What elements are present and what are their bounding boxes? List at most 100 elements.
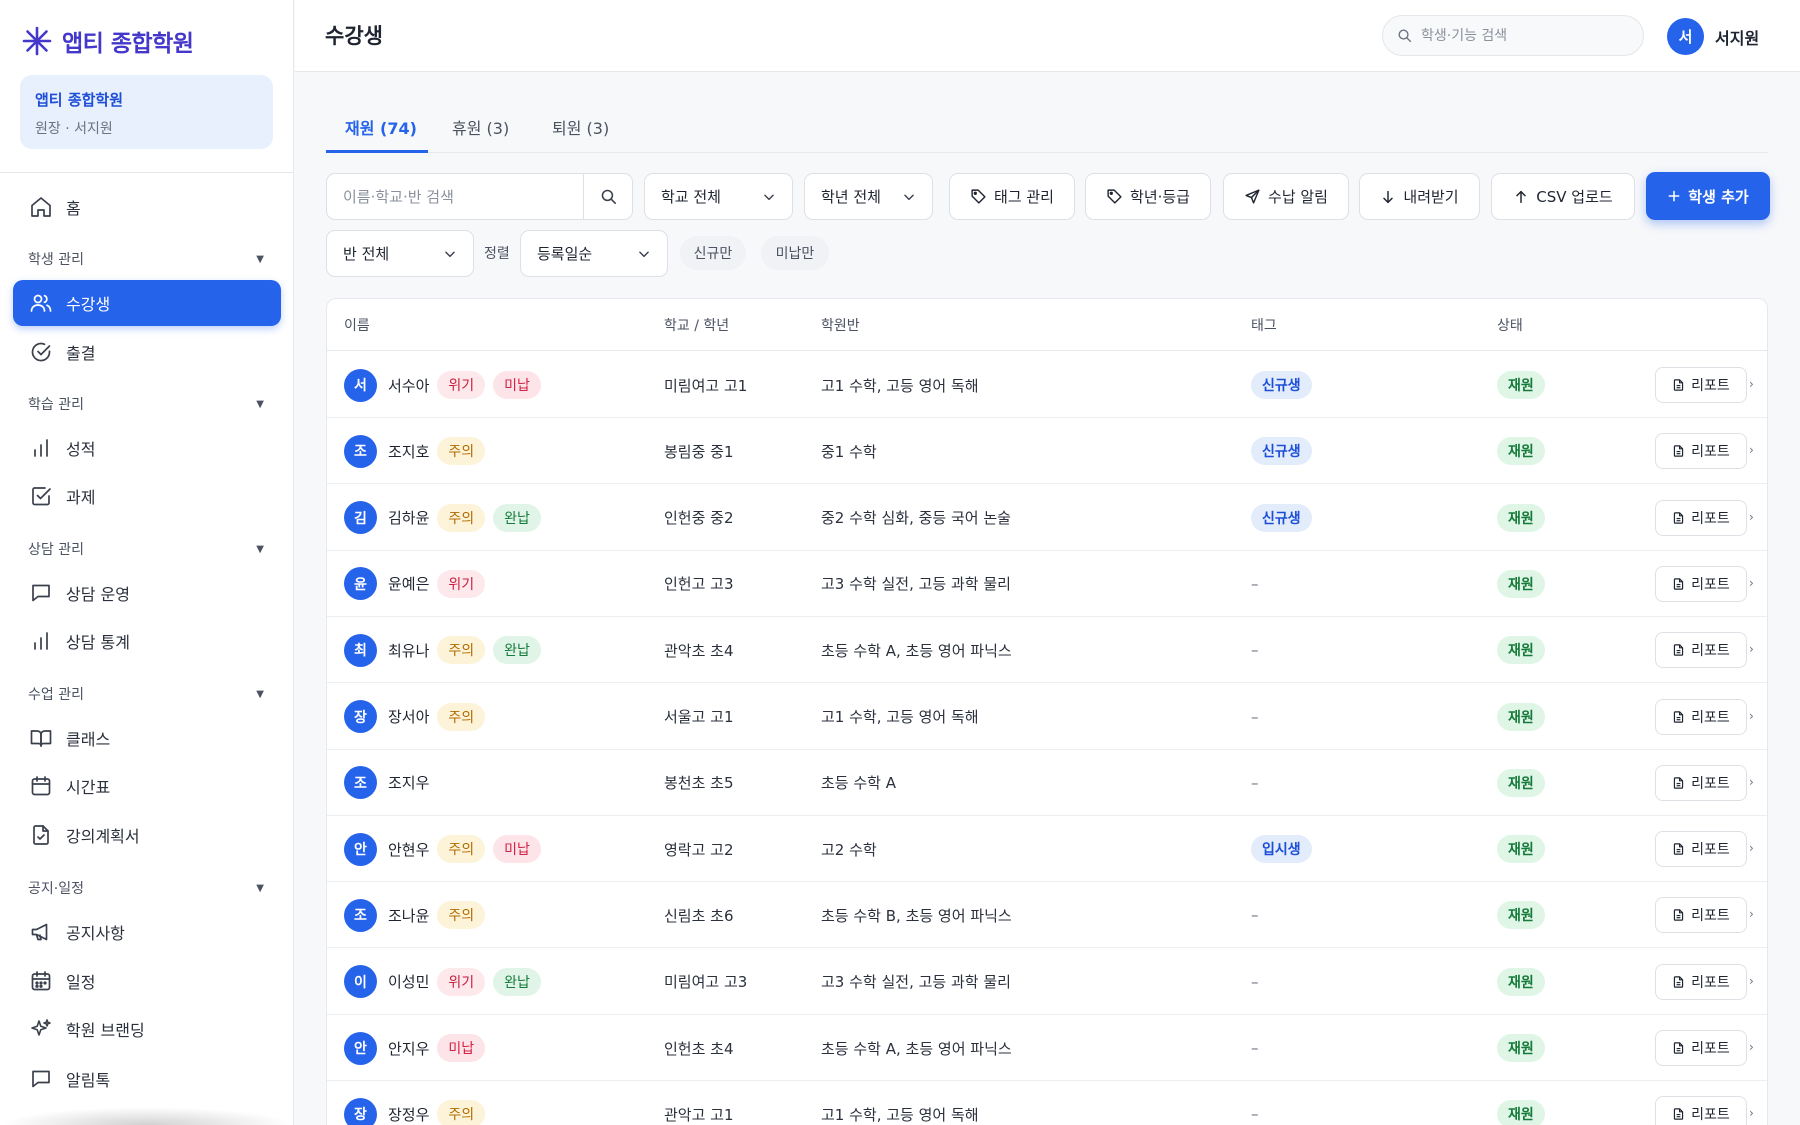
sidebar-item-schedule[interactable]: 일정 bbox=[13, 958, 281, 1004]
user-avatar[interactable]: 서 bbox=[1667, 18, 1704, 55]
sidebar-item-attendance[interactable]: 출결 bbox=[13, 329, 281, 375]
global-search[interactable] bbox=[1382, 15, 1644, 56]
table-row[interactable]: 안 안현우 주의 미납 영락고 고2 고2 수학 입시생 재원 리포트 › bbox=[327, 816, 1767, 883]
nav-group-counseling[interactable]: 상담 관리 ▼ bbox=[28, 538, 264, 560]
table-row[interactable]: 최 최유나 주의 완납 관악초 초4 초등 수학 A, 초등 영어 파닉스 – 재… bbox=[327, 617, 1767, 684]
student-name[interactable]: 안현우 bbox=[388, 839, 429, 860]
column-header-classes[interactable]: 학원반 bbox=[821, 315, 860, 335]
report-button[interactable]: 리포트 bbox=[1655, 1030, 1747, 1066]
global-search-input[interactable] bbox=[1421, 27, 1621, 44]
column-header-status[interactable]: 상태 bbox=[1497, 315, 1523, 335]
student-name[interactable]: 조지호 bbox=[388, 441, 429, 462]
add-student-button[interactable]: 학생 추가 bbox=[1646, 172, 1770, 220]
school-cell: 봉림중 중1 bbox=[664, 442, 734, 461]
sidebar-item-assignments[interactable]: 과제 bbox=[13, 473, 281, 519]
student-name[interactable]: 장서아 bbox=[388, 706, 429, 727]
column-header-name[interactable]: 이름 bbox=[344, 315, 370, 335]
sidebar-item-kakao-alert[interactable]: 알림톡 bbox=[13, 1056, 281, 1102]
chevron-right-icon[interactable]: › bbox=[1749, 1040, 1754, 1054]
student-name[interactable]: 김하윤 bbox=[388, 507, 429, 528]
chevron-down-icon bbox=[762, 190, 776, 204]
table-row[interactable]: 조 조지호 주의 봉림중 중1 중1 수학 신규생 재원 리포트 › bbox=[327, 418, 1767, 485]
chevron-right-icon[interactable]: › bbox=[1749, 709, 1754, 723]
class-select[interactable]: 반 전체 bbox=[326, 230, 474, 277]
sidebar-item-students[interactable]: 수강생 bbox=[13, 280, 281, 326]
chevron-right-icon[interactable]: › bbox=[1749, 510, 1754, 524]
report-button[interactable]: 리포트 bbox=[1655, 897, 1747, 934]
chevron-right-icon[interactable]: › bbox=[1749, 907, 1754, 921]
csv-upload-button[interactable]: CSV 업로드 bbox=[1491, 173, 1635, 220]
tab-enrolled[interactable]: 재원 (74) bbox=[345, 115, 417, 151]
chevron-right-icon[interactable]: › bbox=[1749, 1106, 1754, 1120]
table-row[interactable]: 김 김하윤 주의 완납 인헌중 중2 중2 수학 심화, 중등 국어 논술 신규생… bbox=[327, 485, 1767, 551]
grade-select[interactable]: 학년 전체 bbox=[804, 173, 933, 220]
nav-group-notice[interactable]: 공지·일정 ▼ bbox=[28, 877, 264, 899]
chevron-right-icon[interactable]: › bbox=[1749, 775, 1754, 789]
chevron-right-icon[interactable]: › bbox=[1749, 377, 1754, 391]
student-search-input[interactable] bbox=[343, 187, 563, 206]
student-name[interactable]: 안지우 bbox=[388, 1038, 429, 1059]
table-row[interactable]: 조 조지우 봉천초 초5 초등 수학 A – 재원 리포트 › bbox=[327, 750, 1767, 816]
student-name[interactable]: 윤예은 bbox=[388, 573, 429, 594]
table-row[interactable]: 서 서수아 위기 미납 미림여고 고1 고1 수학, 고등 영어 독해 신규생 재… bbox=[327, 352, 1767, 418]
table-row[interactable]: 윤 윤예은 위기 인헌고 고3 고3 수학 실전, 고등 과학 물리 – 재원 … bbox=[327, 551, 1767, 617]
column-header-school[interactable]: 학교 / 학년 bbox=[664, 315, 729, 335]
report-button[interactable]: 리포트 bbox=[1655, 698, 1747, 735]
filter-chip-new-only[interactable]: 신규만 bbox=[680, 236, 746, 270]
student-name[interactable]: 조나윤 bbox=[388, 905, 429, 926]
user-name[interactable]: 서지원 bbox=[1715, 25, 1759, 49]
report-button[interactable]: 리포트 bbox=[1655, 499, 1747, 536]
student-name[interactable]: 장정우 bbox=[388, 1104, 429, 1125]
download-button[interactable]: 내려받기 bbox=[1359, 173, 1480, 220]
tag-empty: – bbox=[1251, 906, 1259, 925]
report-button[interactable]: 리포트 bbox=[1655, 963, 1747, 1000]
student-name[interactable]: 이성민 bbox=[388, 971, 429, 992]
chevron-right-icon[interactable]: › bbox=[1749, 443, 1754, 457]
report-button[interactable]: 리포트 bbox=[1655, 433, 1747, 470]
filter-chip-unpaid-only[interactable]: 미납만 bbox=[761, 236, 829, 270]
tab-on-leave[interactable]: 휴원 (3) bbox=[452, 115, 509, 151]
tab-withdrawn[interactable]: 퇴원 (3) bbox=[552, 115, 609, 151]
payment-notice-button[interactable]: 수납 알림 bbox=[1223, 173, 1349, 220]
report-button[interactable]: 리포트 bbox=[1655, 831, 1747, 868]
table-row[interactable]: 장 장정우 주의 관악고 고1 고1 수학, 고등 영어 독해 – 재원 리포트… bbox=[327, 1081, 1767, 1125]
school-select[interactable]: 학교 전체 bbox=[644, 173, 793, 220]
table-row[interactable]: 안 안지우 미납 인헌초 초4 초등 수학 A, 초등 영어 파닉스 – 재원 … bbox=[327, 1015, 1767, 1081]
sidebar-item-counseling-ops[interactable]: 상담 운영 bbox=[13, 570, 281, 616]
student-name[interactable]: 조지우 bbox=[388, 772, 429, 793]
report-button[interactable]: 리포트 bbox=[1655, 367, 1747, 403]
chevron-right-icon[interactable]: › bbox=[1749, 642, 1754, 656]
table-row[interactable]: 장 장서아 주의 서울고 고1 고1 수학, 고등 영어 독해 – 재원 리포트… bbox=[327, 684, 1767, 750]
tag-manage-button[interactable]: 태그 관리 bbox=[949, 173, 1075, 220]
report-button[interactable]: 리포트 bbox=[1655, 764, 1747, 801]
student-name[interactable]: 서수아 bbox=[388, 375, 429, 396]
sidebar-item-notices[interactable]: 공지사항 bbox=[13, 909, 281, 955]
table-row[interactable]: 이 이성민 위기 완납 미림여고 고3 고3 수학 실전, 고등 과학 물리 – … bbox=[327, 949, 1767, 1015]
chevron-right-icon[interactable]: › bbox=[1749, 576, 1754, 590]
sidebar-item-grades[interactable]: 성적 bbox=[13, 425, 281, 471]
sidebar-item-branding[interactable]: 학원 브랜딩 bbox=[13, 1006, 281, 1052]
brand-logo[interactable]: 앱티 종합학원 bbox=[22, 24, 194, 58]
org-card[interactable]: 앱티 종합학원 원장 · 서지원 bbox=[20, 75, 273, 149]
report-button[interactable]: 리포트 bbox=[1655, 1096, 1747, 1125]
nav-group-class[interactable]: 수업 관리 ▼ bbox=[28, 683, 264, 705]
sidebar-item-timetable[interactable]: 시간표 bbox=[13, 763, 281, 809]
sidebar-item-home[interactable]: 홈 bbox=[13, 184, 281, 230]
chevron-right-icon[interactable]: › bbox=[1749, 974, 1754, 988]
chevron-right-icon[interactable]: › bbox=[1749, 841, 1754, 855]
sort-select[interactable]: 등록일순 bbox=[520, 230, 668, 277]
nav-group-student[interactable]: 학생 관리 ▼ bbox=[28, 248, 264, 270]
sidebar-item-counseling-stats[interactable]: 상담 통계 bbox=[13, 618, 281, 664]
report-button[interactable]: 리포트 bbox=[1655, 565, 1747, 602]
sidebar-item-classes[interactable]: 클래스 bbox=[13, 715, 281, 761]
report-button[interactable]: 리포트 bbox=[1655, 632, 1747, 669]
sidebar-item-syllabus[interactable]: 강의계획서 bbox=[13, 812, 281, 858]
student-search[interactable] bbox=[326, 173, 633, 220]
column-header-tag[interactable]: 태그 bbox=[1251, 315, 1277, 335]
table-row[interactable]: 조 조나윤 주의 신림초 초6 초등 수학 B, 초등 영어 파닉스 – 재원 … bbox=[327, 882, 1767, 949]
nav-group-learning[interactable]: 학습 관리 ▼ bbox=[28, 393, 264, 415]
grade-level-button[interactable]: 학년·등급 bbox=[1085, 173, 1211, 220]
student-name[interactable]: 최유나 bbox=[388, 640, 429, 661]
checkbox-icon bbox=[29, 484, 53, 508]
search-button[interactable] bbox=[583, 174, 632, 219]
